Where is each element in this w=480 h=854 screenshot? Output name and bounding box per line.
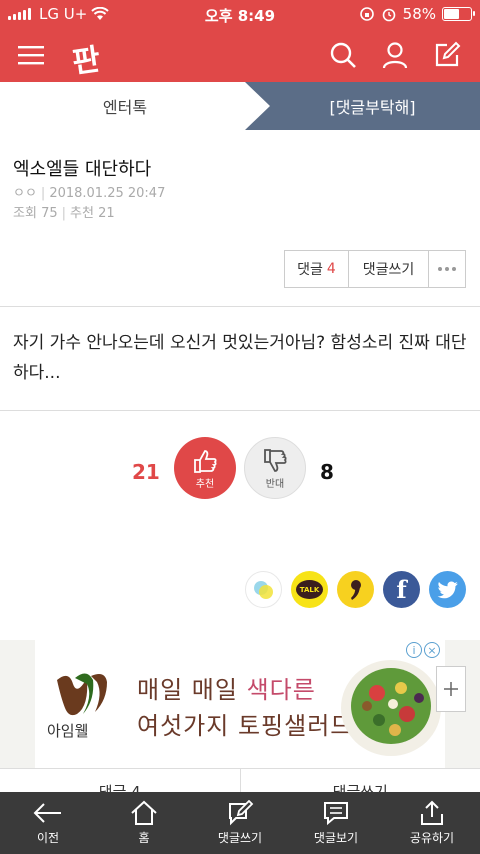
- battery-percent: 58%: [402, 5, 436, 23]
- share-kakaotalk-button[interactable]: TALK: [291, 571, 328, 608]
- downvote-button[interactable]: 반대: [244, 437, 306, 499]
- article-meta-stats: 조회 75 | 추천 21: [13, 206, 115, 221]
- ad-choices[interactable]: i ×: [406, 642, 440, 658]
- thumbs-up-icon: [194, 449, 217, 473]
- ad-info-icon[interactable]: i: [406, 642, 422, 658]
- ad-brand-name: 아임웰: [47, 722, 89, 740]
- edit-icon: [435, 41, 461, 67]
- share-facebook-button[interactable]: f: [383, 571, 420, 608]
- alarm-icon: [382, 8, 395, 22]
- toolbar-back-label: 이전: [36, 831, 60, 845]
- toolbar-back[interactable]: 이전: [0, 792, 96, 854]
- menu-icon: [18, 46, 44, 65]
- kakaostory-icon: [350, 579, 361, 600]
- advertisement-banner[interactable]: 아임웰 매일 매일 색다른 여섯가지 토핑샐러드 i ×: [0, 640, 480, 768]
- toolbar-write-comment[interactable]: 댓글쓰기: [192, 792, 288, 854]
- thumbs-down-icon: [264, 448, 287, 472]
- more-icon: [438, 267, 456, 271]
- rotation-lock-icon: [359, 7, 374, 21]
- profile-button[interactable]: [378, 38, 412, 72]
- battery-fill: [444, 9, 460, 19]
- downvote-label: 반대: [265, 478, 285, 490]
- recommend-label: 추천: [70, 206, 94, 221]
- ad-content[interactable]: 아임웰 매일 매일 색다른 여섯가지 토핑샐러드: [35, 640, 445, 768]
- twitter-icon: [437, 581, 458, 598]
- menu-button[interactable]: [14, 38, 48, 72]
- divider: [0, 306, 480, 307]
- kakaotalk-text: TALK: [299, 585, 320, 594]
- band-icon: [253, 580, 273, 599]
- expand-icon: [444, 682, 458, 696]
- bottom-toolbar: 이전 홈 댓글쓰기 댓글보기 공유하기: [0, 792, 480, 854]
- divider: [0, 410, 480, 411]
- salad-image: [341, 660, 441, 756]
- tab-comment-request[interactable]: [댓글부탁해]: [245, 82, 480, 130]
- comments-label: 댓글: [297, 262, 323, 278]
- write-button[interactable]: [430, 38, 464, 72]
- article-actions: 댓글 4 댓글쓰기: [284, 250, 466, 288]
- share-twitter-button[interactable]: [429, 571, 466, 608]
- upvote-button[interactable]: 추천: [174, 437, 236, 499]
- tab-entertalk[interactable]: 엔터톡: [0, 82, 250, 130]
- views-label: 조회: [13, 206, 37, 221]
- back-arrow-icon: [33, 803, 61, 823]
- share-band-button[interactable]: [245, 571, 282, 608]
- ad-headline-1a: 매일 매일: [137, 676, 247, 704]
- user-icon: [382, 42, 408, 69]
- view-comments-icon: [324, 802, 348, 826]
- share-kakaostory-button[interactable]: [337, 571, 374, 608]
- write-comment-icon: [229, 800, 254, 826]
- comments-button[interactable]: 댓글 4: [285, 251, 349, 287]
- toolbar-share-label: 공유하기: [409, 831, 455, 845]
- ad-brand-logo: [57, 673, 107, 716]
- search-icon: [330, 42, 356, 68]
- downvote-count: 8: [320, 460, 334, 484]
- toolbar-share[interactable]: 공유하기: [384, 792, 480, 854]
- app-header: 판: [0, 28, 480, 82]
- article-body: 자기 가수 안나오는데 오신거 멋있는거아님? 함성소리 진짜 대단하다...: [13, 333, 467, 383]
- toolbar-view-comments-label: 댓글보기: [313, 831, 359, 845]
- toolbar-home[interactable]: 홈: [96, 792, 192, 854]
- more-button[interactable]: [429, 251, 465, 287]
- recommend-count: 21: [98, 206, 115, 221]
- article-title: 엑소엘들 대단하다: [13, 159, 152, 180]
- upvote-label: 추천: [195, 478, 215, 490]
- write-comment-button[interactable]: 댓글쓰기: [349, 251, 429, 287]
- views-count: 75: [41, 206, 58, 221]
- kakaotalk-icon: TALK: [296, 580, 323, 599]
- toolbar-view-comments[interactable]: 댓글보기: [288, 792, 384, 854]
- logo[interactable]: 판: [69, 34, 102, 81]
- ad-headline-1: 매일 매일 색다른: [137, 670, 316, 705]
- article-meta-author: ㅇㅇ | 2018.01.25 20:47: [13, 186, 166, 201]
- ad-headline-1b: 색다른: [246, 676, 316, 704]
- battery-icon: [442, 7, 475, 21]
- ad-close-icon[interactable]: ×: [424, 642, 440, 658]
- toolbar-write-comment-label: 댓글쓰기: [217, 831, 263, 845]
- status-bar: LG U+ 오후 8:49 58%: [0, 0, 480, 28]
- ad-headline-2: 여섯가지 토핑샐러드: [137, 712, 354, 740]
- toolbar-home-label: 홈: [138, 831, 150, 845]
- home-icon: [131, 800, 157, 825]
- facebook-icon: f: [396, 575, 407, 604]
- author-name[interactable]: ㅇㅇ: [13, 186, 37, 201]
- post-date: 2018.01.25 20:47: [49, 186, 166, 201]
- status-right: 58%: [359, 5, 475, 23]
- share-icon: [421, 800, 443, 825]
- comments-count: 4: [326, 261, 336, 277]
- category-tabs: 엔터톡 [댓글부탁해]: [0, 82, 480, 130]
- ad-expand-button[interactable]: [436, 666, 466, 712]
- search-button[interactable]: [326, 38, 360, 72]
- upvote-count: 21: [132, 460, 160, 484]
